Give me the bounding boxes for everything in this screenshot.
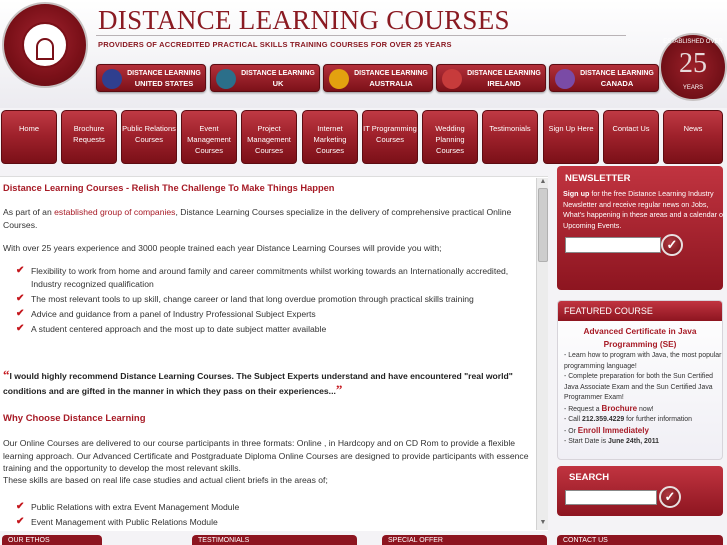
nav-sign-up-here[interactable]: Sign Up Here [543,110,599,164]
nav-public-relations-courses[interactable]: Public Relations Courses [121,110,177,164]
why-paragraph: Our Online Courses are delivered to our … [3,438,529,473]
site-title: DISTANCE LEARNING COURSES [98,5,510,35]
region-button-uk[interactable]: DISTANCE LEARNING UK [210,64,320,92]
australia-flag-icon [329,69,349,89]
checkmark-icon: ✔ [16,323,25,334]
why-paragraph-2: These skills are based on real life case… [3,475,328,485]
canada-flag-icon [555,69,575,89]
region-button-united-states[interactable]: DISTANCE LEARNING UNITED STATES [96,64,206,92]
scroll-thumb[interactable] [538,188,548,262]
newsletter-box: NEWSLETTER Sign up for the free Distance… [557,166,723,290]
search-input[interactable] [565,490,657,505]
nav-internet-marketing-courses[interactable]: Internet Marketing Courses [302,110,358,164]
region-button-ireland[interactable]: DISTANCE LEARNING IRELAND [436,64,546,92]
featured-item: - Learn how to program with Java, the mo… [564,352,722,370]
content-scrollbar[interactable]: ▲ ▼ [536,178,548,530]
main-content: Distance Learning Courses - Relish The C… [0,176,548,531]
benefit-item: The most relevant tools to up skill, cha… [31,294,474,304]
checkmark-icon: ✓ [666,237,678,252]
newsletter-signup-link[interactable]: Sign up [563,189,589,198]
nav-news[interactable]: News [663,110,723,164]
nav-wedding-planning-courses[interactable]: Wedding Planning Courses [422,110,478,164]
featured-course-box: FEATURED COURSE Advanced Certificate in … [557,300,723,460]
bottom-tab-testimonials[interactable]: TESTIMONIALS [192,535,357,545]
nav-testimonials[interactable]: Testimonials [482,110,538,164]
phone-number: 212.359.4229 [582,416,625,423]
header: DISTANCE LEARNING COURSES PROVIDERS OF A… [0,0,727,108]
scroll-down-icon[interactable]: ▼ [538,519,548,529]
checkmark-icon: ✔ [16,265,25,276]
nav-project-management-courses[interactable]: Project Management Courses [241,110,297,164]
region-button-canada[interactable]: DISTANCE LEARNING CANADA [549,64,659,92]
search-box: SEARCH ✓ [557,466,723,516]
nav-brochure-requests[interactable]: Brochure Requests [61,110,117,164]
benefit-item: A student centered approach and the most… [31,324,327,334]
experience-paragraph: With over 25 years experience and 3000 p… [3,243,442,253]
sidebar: NEWSLETTER Sign up for the free Distance… [554,164,727,545]
featured-item: - Request a Brochure now! [564,403,654,413]
benefit-item: Flexibility to work from home and around… [31,266,509,289]
tagline: PROVIDERS OF ACCREDITED PRACTICAL SKILLS… [98,40,452,49]
newsletter-submit-button[interactable]: ✓ [661,234,683,256]
checkmark-icon: ✔ [16,501,25,512]
featured-course-title[interactable]: Advanced Certificate in Java Programming… [558,325,722,351]
featured-item: - Or Enroll Immediately [564,425,649,435]
site-logo[interactable] [2,2,88,88]
featured-heading: FEATURED COURSE [558,301,722,321]
page-heading: Distance Learning Courses - Relish The C… [3,183,335,193]
enroll-link[interactable]: Enroll Immediately [578,426,649,435]
established-badge: ESTABLISHED OVER 25 YEARS [659,33,727,101]
scroll-up-icon[interactable]: ▲ [538,178,548,188]
featured-item: - Start Date is June 24th, 2011 [564,438,659,445]
intro-paragraph: As part of an established group of compa… [3,207,512,230]
testimonial-quote: “I would highly recommend Distance Learn… [3,367,513,397]
featured-item: - Call 212.359.4229 for further informat… [564,416,692,423]
us-flag-icon [102,69,122,89]
checkmark-icon: ✔ [16,293,25,304]
newsletter-heading: NEWSLETTER [565,173,631,184]
why-heading: Why Choose Distance Learning [3,413,146,424]
page: { "header": { "title": "DISTANCE LEARNIN… [0,0,727,545]
area-link-event-management[interactable]: Event Management with Public Relations M… [31,516,218,529]
checkmark-icon: ✔ [16,308,25,319]
main-nav: Home Brochure Requests Public Relations … [0,110,727,164]
search-submit-button[interactable]: ✓ [659,486,681,508]
title-divider [96,35,626,36]
featured-course-details: - Learn how to program with Java, the mo… [564,351,722,448]
nav-contact-us[interactable]: Contact Us [603,110,659,164]
close-quote-icon: ” [335,382,343,397]
bottom-tab-special-offer[interactable]: SPECIAL OFFER [382,535,547,545]
uk-flag-icon [216,69,236,89]
bottom-tab-contact-us[interactable]: CONTACT US [557,535,723,545]
featured-item: - Complete preparation for both the Sun … [564,373,713,401]
building-icon [22,22,68,68]
nav-event-management-courses[interactable]: Event Management Courses [181,110,237,164]
region-button-australia[interactable]: DISTANCE LEARNING AUSTRALIA [323,64,433,92]
newsletter-email-field[interactable] [565,237,661,253]
checkmark-icon: ✔ [16,516,25,527]
bottom-tab-our-ethos[interactable]: OUR ETHOS [2,535,102,545]
nav-home[interactable]: Home [1,110,57,164]
nav-it-programming-courses[interactable]: IT Programming Courses [362,110,418,164]
newsletter-text: Sign up for the free Distance Learning I… [563,189,723,230]
established-group-link[interactable]: established group of companies [54,207,175,217]
ireland-flag-icon [442,69,462,89]
benefit-item: Advice and guidance from a panel of Indu… [31,309,316,319]
search-heading: SEARCH [569,472,610,483]
brochure-link[interactable]: Brochure [602,404,638,413]
start-date: June 24th, 2011 [608,438,659,445]
checkmark-icon: ✓ [664,489,676,504]
area-link-public-relations[interactable]: Public Relations with extra Event Manage… [31,501,239,514]
